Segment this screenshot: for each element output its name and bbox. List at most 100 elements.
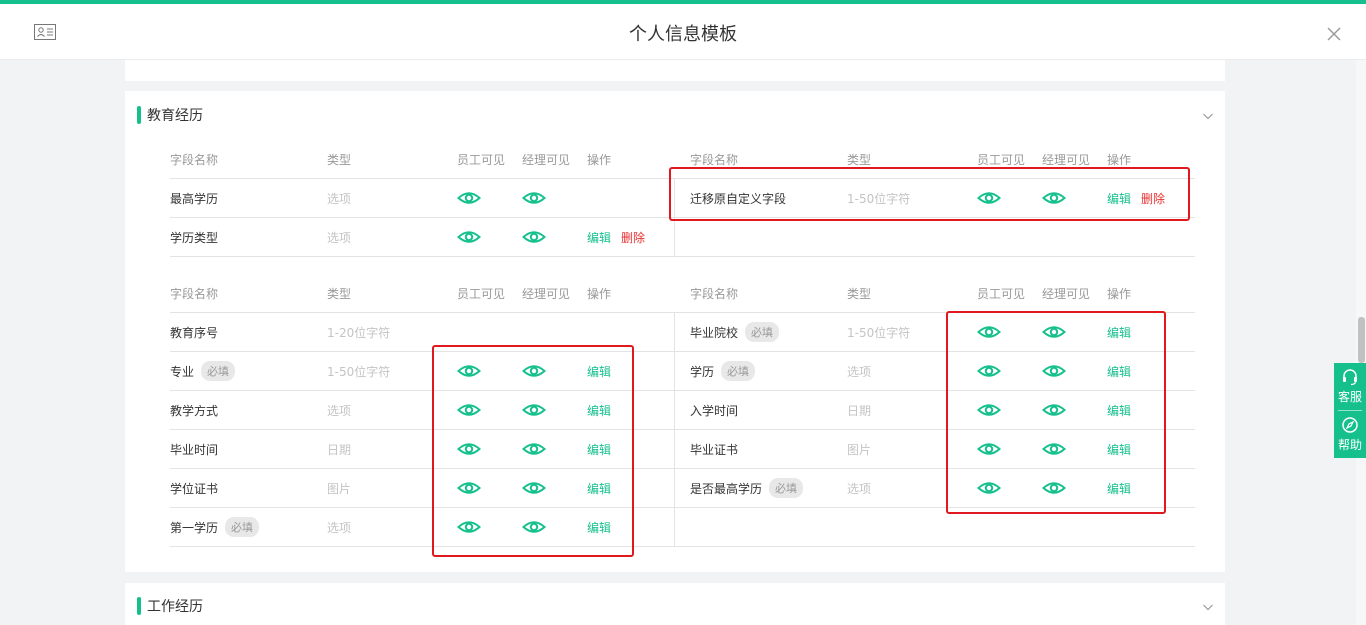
field-name-text: 毕业证书 [690, 442, 739, 457]
field-type: 选项 [327, 230, 352, 245]
field-name-text: 专业 [170, 364, 195, 379]
field-name: 教育序号 [170, 313, 218, 351]
edu-group2-right-table: 字段名称 类型 员工可见 经理可见 操作 毕业院校 必填 1-50位字符 编辑 学历必… [645, 275, 1195, 547]
col-header-type: 类型 [847, 287, 872, 301]
employee-visible-eye-icon[interactable] [457, 480, 481, 496]
field-type: 1-20位字符 [327, 325, 391, 340]
table-row: 毕业院校 必填 1-50位字符 编辑 [674, 313, 1195, 352]
modal-title: 个人信息模板 [629, 24, 737, 45]
manager-visible-eye-icon[interactable] [522, 441, 546, 457]
manager-visible-eye-icon[interactable] [1042, 324, 1066, 340]
operation-cell: 编辑 [587, 352, 611, 390]
table-row: 最高学历 选项 [170, 179, 674, 218]
field-name: 学历类型 [170, 218, 218, 256]
manager-visible-eye-icon[interactable] [522, 190, 546, 206]
delete-link[interactable]: 删除 [1141, 190, 1165, 207]
operation-cell: 编辑 [587, 508, 611, 546]
employee-visible-eye-icon[interactable] [977, 441, 1001, 457]
col-header-type: 类型 [327, 287, 352, 301]
col-header-employee-visible: 员工可见 [457, 153, 506, 167]
table-header: 字段名称 类型 员工可见 经理可见 操作 [674, 275, 1195, 313]
col-header-manager-visible: 经理可见 [1042, 153, 1091, 167]
manager-visible-eye-icon[interactable] [1042, 363, 1066, 379]
close-icon[interactable] [1326, 26, 1342, 42]
table-row: 教育序号 1-20位字符 [170, 313, 674, 352]
edit-link[interactable]: 编辑 [587, 441, 611, 458]
chevron-down-icon[interactable] [1202, 601, 1214, 613]
education-section: 教育经历 字段名称 类型 员工可见 经理可见 操作 最高学历 选项 学历类型 选项… [125, 91, 1225, 572]
manager-visible-eye-icon[interactable] [522, 519, 546, 535]
col-header-manager-visible: 经理可见 [522, 287, 571, 301]
field-name: 教学方式 [170, 391, 218, 429]
field-type: 选项 [847, 481, 872, 496]
section-accent-bar [137, 106, 141, 124]
manager-visible-eye-icon[interactable] [1042, 190, 1066, 206]
employee-visible-cell [457, 218, 481, 256]
edit-link[interactable]: 编辑 [1107, 480, 1131, 497]
customer-service-button[interactable]: 客服 [1334, 363, 1366, 410]
employee-visible-eye-icon[interactable] [457, 229, 481, 245]
employee-visible-eye-icon[interactable] [977, 363, 1001, 379]
manager-visible-eye-icon[interactable] [1042, 480, 1066, 496]
manager-visible-eye-icon[interactable] [1042, 402, 1066, 418]
column-divider [674, 313, 675, 547]
edit-link[interactable]: 编辑 [587, 480, 611, 497]
employee-visible-cell [457, 352, 481, 390]
field-name: 专业 必填 [170, 352, 236, 390]
employee-visible-eye-icon[interactable] [977, 190, 1001, 206]
employee-visible-eye-icon[interactable] [457, 190, 481, 206]
employee-visible-eye-icon[interactable] [977, 324, 1001, 340]
col-header-operation: 操作 [1107, 153, 1132, 167]
employee-visible-eye-icon[interactable] [457, 519, 481, 535]
field-name: 学位证书 [170, 469, 218, 507]
employee-visible-eye-icon[interactable] [977, 480, 1001, 496]
field-type: 1-50位字符 [847, 191, 911, 206]
operation-cell: 编辑 [587, 391, 611, 429]
edit-link[interactable]: 编辑 [587, 363, 611, 380]
employee-visible-cell [457, 469, 481, 507]
edit-link[interactable]: 编辑 [1107, 402, 1131, 419]
scrollbar[interactable] [1356, 60, 1366, 625]
table-row: 教学方式 选项 编辑 [170, 391, 674, 430]
modal-header: 个人信息模板 [0, 4, 1366, 60]
manager-visible-eye-icon[interactable] [1042, 441, 1066, 457]
required-badge: 必填 [721, 361, 756, 381]
employee-visible-eye-icon[interactable] [457, 402, 481, 418]
table-row: 专业 必填 1-50位字符 编辑 [170, 352, 674, 391]
chevron-down-icon[interactable] [1202, 110, 1214, 122]
help-button[interactable]: 帮助 [1334, 411, 1366, 458]
edit-link[interactable]: 编辑 [587, 402, 611, 419]
edit-link[interactable]: 编辑 [587, 229, 611, 246]
employee-visible-cell [457, 179, 481, 217]
employee-visible-eye-icon[interactable] [457, 441, 481, 457]
edit-link[interactable]: 编辑 [1107, 324, 1131, 341]
manager-visible-cell [522, 430, 546, 468]
col-header-employee-visible: 员工可见 [457, 287, 506, 301]
employee-visible-cell [977, 179, 1001, 217]
field-type: 选项 [847, 364, 872, 379]
employee-visible-eye-icon[interactable] [457, 363, 481, 379]
edit-link[interactable]: 编辑 [1107, 363, 1131, 380]
field-name-text: 教育序号 [170, 325, 219, 340]
manager-visible-eye-icon[interactable] [522, 480, 546, 496]
edit-link[interactable]: 编辑 [587, 519, 611, 536]
headset-icon [1343, 369, 1357, 386]
edit-link[interactable]: 编辑 [1107, 190, 1131, 207]
required-badge: 必填 [745, 322, 780, 342]
field-type: 图片 [847, 442, 872, 457]
operation-cell: 编辑 删除 [587, 218, 645, 256]
delete-link[interactable]: 删除 [621, 229, 645, 246]
edit-link[interactable]: 编辑 [1107, 441, 1131, 458]
table-row: 入学时间 日期 编辑 [674, 391, 1195, 430]
manager-visible-eye-icon[interactable] [522, 402, 546, 418]
col-header-operation: 操作 [587, 153, 612, 167]
table-row: 毕业证书 图片 编辑 [674, 430, 1195, 469]
col-header-type: 类型 [847, 153, 872, 167]
employee-visible-eye-icon[interactable] [977, 402, 1001, 418]
field-name-text: 学历 [690, 364, 715, 379]
field-type: 选项 [327, 403, 352, 418]
scrollbar-thumb[interactable] [1358, 317, 1365, 363]
manager-visible-eye-icon[interactable] [522, 363, 546, 379]
manager-visible-eye-icon[interactable] [522, 229, 546, 245]
edu-group1-right-table: 字段名称 类型 员工可见 经理可见 操作 迁移原自定义字段 1-50位字符 编辑删… [645, 141, 1195, 257]
